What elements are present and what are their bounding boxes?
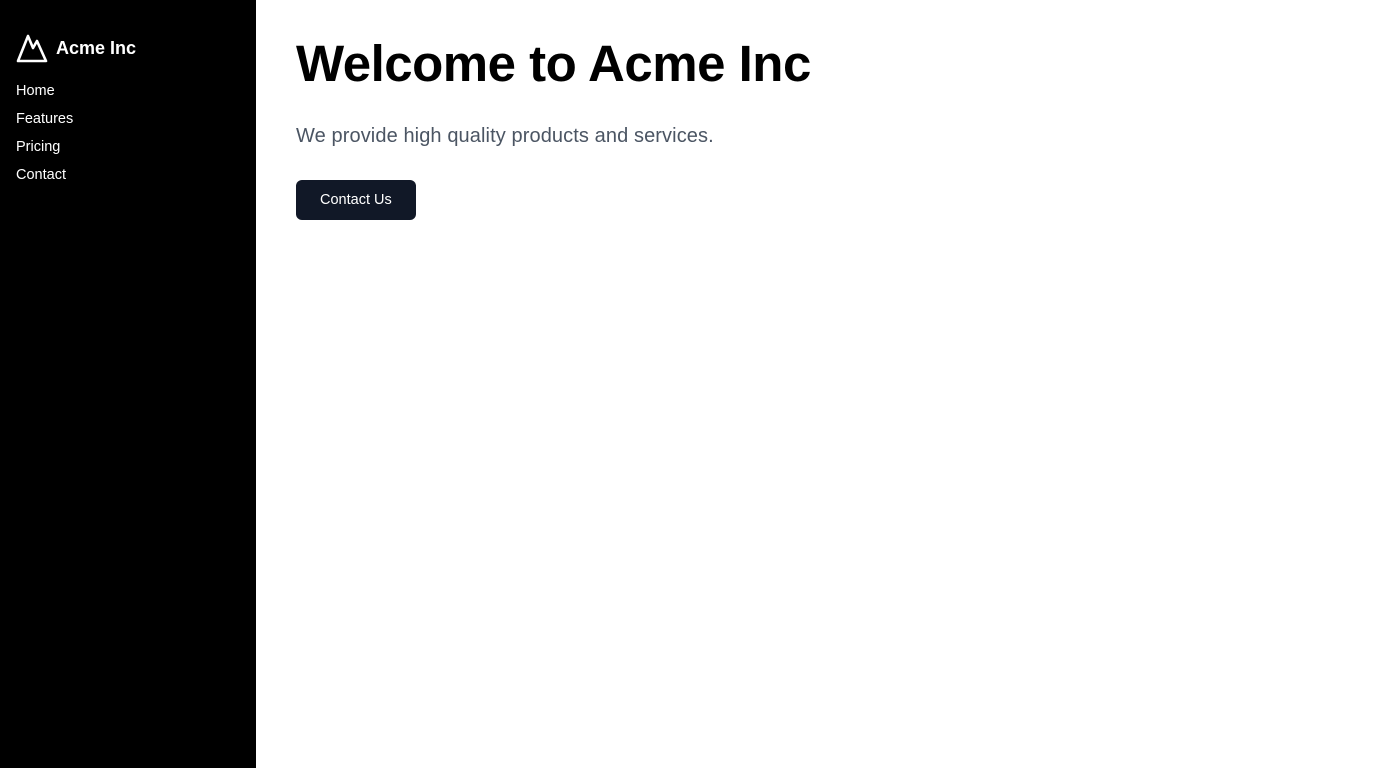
sidebar-nav: Home Features Pricing Contact <box>16 81 240 193</box>
sidebar-item-features[interactable]: Features <box>16 109 240 137</box>
sidebar-item-pricing[interactable]: Pricing <box>16 137 240 165</box>
page-subtitle: We provide high quality products and ser… <box>296 125 714 147</box>
brand-link[interactable]: Acme Inc <box>16 32 240 63</box>
sidebar: Acme Inc Home Features Pricing Contact <box>0 0 256 768</box>
page-title: Welcome to Acme Inc <box>296 35 811 92</box>
main-content: Welcome to Acme Inc We provide high qual… <box>256 0 1376 768</box>
app-root: Acme Inc Home Features Pricing Contact W… <box>0 0 1376 768</box>
sidebar-item-home[interactable]: Home <box>16 81 240 109</box>
brand-name: Acme Inc <box>56 37 137 58</box>
mountain-icon <box>16 32 48 63</box>
contact-us-button[interactable]: Contact Us <box>296 180 416 220</box>
sidebar-item-contact[interactable]: Contact <box>16 165 240 193</box>
